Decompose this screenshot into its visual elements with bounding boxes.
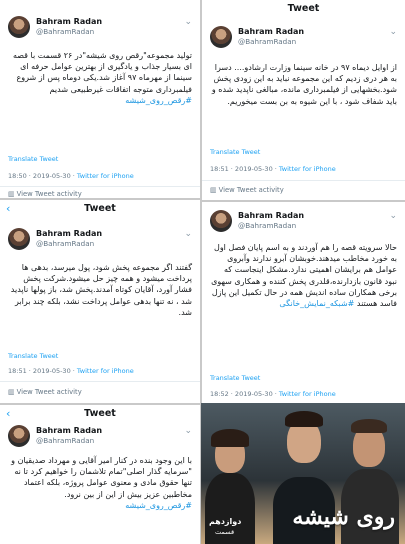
tweet-author[interactable]: Bahram Radan @BahramRadan ⌄ — [8, 228, 192, 252]
header-title: Tweet — [84, 408, 116, 419]
chevron-down-icon[interactable]: ⌄ — [389, 211, 397, 221]
author-name: Bahram Radan — [238, 27, 305, 36]
view-tweet-activity-link[interactable]: ▥ View Tweet activity — [210, 186, 284, 194]
activity-icon: ▥ — [8, 388, 17, 396]
tweet-time: 18:51 · 2019-05-30 · — [210, 165, 279, 173]
tweet-panel-2: Tweet Bahram Radan @BahramRadan ⌄ از اوا… — [202, 0, 405, 200]
separator — [0, 381, 200, 382]
tweet-time: 18:51 · 2019-05-30 · — [8, 367, 77, 375]
tweet-panel-4: Bahram Radan @BahramRadan ⌄ حالا سرویته … — [202, 202, 405, 403]
tweet-source-link[interactable]: Twitter for iPhone — [77, 172, 134, 180]
author-name: Bahram Radan — [238, 211, 305, 220]
poster-title-art: روی شیشه — [292, 504, 395, 530]
author-name: Bahram Radan — [36, 426, 103, 435]
chevron-down-icon[interactable]: ⌄ — [184, 17, 192, 27]
activity-label: View Tweet activity — [16, 388, 82, 396]
poster-figure — [211, 429, 249, 447]
tweet-body: گفتند اگر مجموعه پخش شود، پول میرسد، بده… — [10, 263, 192, 317]
view-tweet-activity-link[interactable]: ▥ View Tweet activity — [8, 388, 82, 396]
author-name: Bahram Radan — [36, 17, 103, 26]
tweet-body: با این وجود بنده در کنار امیر آقایی و مه… — [11, 456, 192, 499]
tweet-timestamp: 18:50 · 2019-05-30 · Twitter for iPhone — [8, 172, 134, 180]
tweet-author[interactable]: Bahram Radan @BahramRadan ⌄ — [8, 16, 192, 40]
activity-label: View Tweet activity — [16, 190, 82, 198]
series-poster-image[interactable]: روی شیشه دوازدهم قسمت — [201, 403, 405, 544]
translate-tweet-link[interactable]: Translate Tweet — [8, 155, 58, 163]
tweet-text: گفتند اگر مجموعه پخش شود، پول میرسد، بده… — [8, 262, 192, 318]
view-tweet-activity-link[interactable]: ▥ View Tweet activity — [8, 190, 82, 198]
activity-icon: ▥ — [210, 186, 219, 194]
header-title: Tweet — [84, 203, 116, 214]
hashtag-link[interactable]: #رقص_روی_شیشه — [125, 96, 192, 105]
author-handle: @BahramRadan — [36, 239, 95, 248]
avatar[interactable] — [8, 228, 30, 250]
header-title: Tweet — [287, 3, 320, 14]
tweet-source-link[interactable]: Twitter for iPhone — [279, 165, 336, 173]
avatar[interactable] — [210, 210, 232, 232]
chevron-down-icon[interactable]: ⌄ — [389, 27, 397, 37]
tweet-time: 18:52 · 2019-05-30 · — [210, 390, 279, 398]
tweet-panel-3: ‹ Tweet Bahram Radan @BahramRadan ⌄ گفتن… — [0, 200, 200, 403]
tweet-author[interactable]: Bahram Radan @BahramRadan ⌄ — [210, 26, 397, 50]
activity-icon: ▥ — [8, 190, 17, 198]
tweet-text: با این وجود بنده در کنار امیر آقایی و مه… — [8, 455, 192, 511]
tweet-timestamp: 18:51 · 2019-05-30 · Twitter for iPhone — [8, 367, 134, 375]
separator — [0, 186, 200, 187]
poster-episode-label: دوازدهم — [209, 517, 242, 526]
tweet-timestamp: 18:51 · 2019-05-30 · Twitter for iPhone — [210, 165, 336, 173]
tweet-panel-5: ‹ Tweet Bahram Radan @BahramRadan ⌄ با ا… — [0, 405, 200, 544]
header-bar: ‹ Tweet — [0, 200, 200, 218]
tweet-author[interactable]: Bahram Radan @BahramRadan ⌄ — [210, 210, 397, 234]
avatar[interactable] — [8, 16, 30, 38]
chevron-down-icon[interactable]: ⌄ — [184, 229, 192, 239]
avatar[interactable] — [210, 26, 232, 48]
author-handle: @BahramRadan — [238, 221, 297, 230]
tweet-body: از اوایل دیماه ۹۷ در خانه سینما وزارت ار… — [211, 63, 397, 106]
tweet-text: از اوایل دیماه ۹۷ در خانه سینما وزارت ار… — [210, 62, 397, 107]
poster-figure — [285, 411, 323, 427]
separator — [202, 180, 405, 181]
hashtag-link[interactable]: #رقص_روی_شیشه — [125, 501, 192, 510]
activity-label: View Tweet activity — [218, 186, 284, 194]
tweet-source-link[interactable]: Twitter for iPhone — [77, 367, 134, 375]
tweet-text: تولید مجموعه"رقص روی شیشه"در ۲۶ قسمت با … — [8, 50, 192, 106]
tweet-time: 18:50 · 2019-05-30 · — [8, 172, 77, 180]
translate-tweet-link[interactable]: Translate Tweet — [210, 148, 260, 156]
tweet-text: حالا سرویته قصه را هم آوردند و به اسم پا… — [210, 242, 397, 309]
hashtag-link[interactable]: #شبکه_نمایش_خانگی — [279, 299, 354, 308]
header-bar: Tweet — [202, 0, 405, 18]
author-handle: @BahramRadan — [238, 37, 297, 46]
tweet-body: تولید مجموعه"رقص روی شیشه"در ۲۶ قسمت با … — [12, 51, 192, 94]
author-handle: @BahramRadan — [36, 27, 95, 36]
poster-figure — [351, 419, 387, 433]
header-bar: ‹ Tweet — [0, 405, 200, 423]
tweet-timestamp: 18:52 · 2019-05-30 · Twitter for iPhone — [210, 390, 336, 398]
tweet-source-link[interactable]: Twitter for iPhone — [279, 390, 336, 398]
tweet-panel-1: Bahram Radan @BahramRadan ⌄ تولید مجموعه… — [0, 0, 200, 198]
chevron-down-icon[interactable]: ⌄ — [184, 426, 192, 436]
tweet-author[interactable]: Bahram Radan @BahramRadan ⌄ — [8, 425, 192, 449]
avatar[interactable] — [8, 425, 30, 447]
poster-episode-sub: قسمت — [215, 528, 235, 536]
author-handle: @BahramRadan — [36, 436, 95, 445]
author-name: Bahram Radan — [36, 229, 103, 238]
translate-tweet-link[interactable]: Translate Tweet — [8, 352, 58, 360]
translate-tweet-link[interactable]: Translate Tweet — [210, 374, 260, 382]
